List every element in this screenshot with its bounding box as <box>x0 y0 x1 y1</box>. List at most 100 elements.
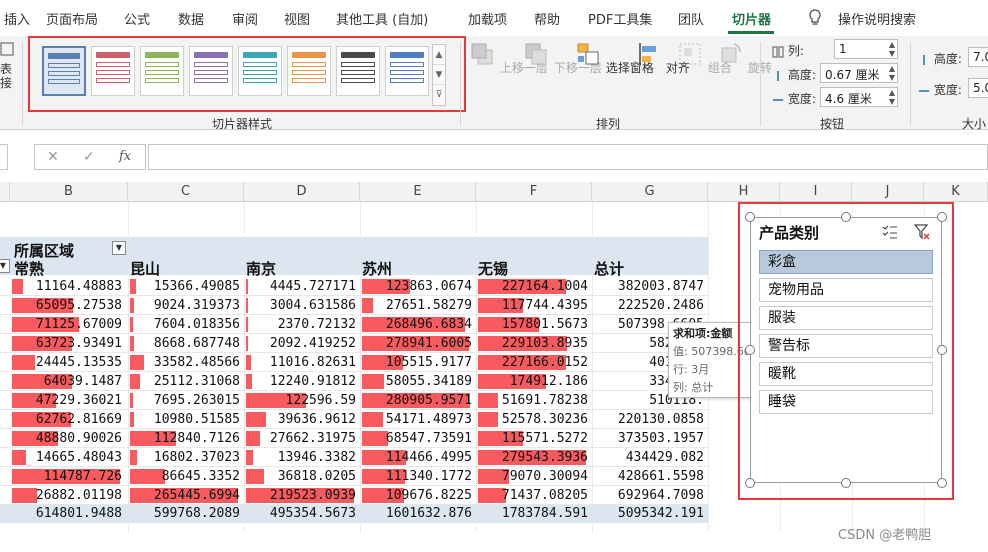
resize-handle[interactable] <box>937 478 947 488</box>
resize-handle[interactable] <box>745 212 755 222</box>
pivot-value-cell[interactable]: 13946.3382 <box>244 448 356 467</box>
slicer-style-tile[interactable] <box>189 46 233 96</box>
column-header[interactable]: B <box>10 182 128 202</box>
pivot-value-cell[interactable]: 14665.48043 <box>10 448 122 467</box>
slicer-style-tile[interactable] <box>336 46 380 96</box>
pivot-value-cell[interactable]: 112840.7126 <box>128 429 240 448</box>
pivot-value-cell[interactable]: 26882.01198 <box>10 486 122 505</box>
pivot-value-cell[interactable]: 115571.5272 <box>476 429 588 448</box>
rotate-button[interactable]: 旋转 <box>716 40 772 76</box>
pivot-value-cell[interactable]: 157801.5673 <box>476 315 588 334</box>
pivot-value-cell[interactable]: 265445.6994 <box>128 486 240 505</box>
pivot-value-cell[interactable]: 16802.37023 <box>128 448 240 467</box>
slicer-height-input[interactable]: 7.0 <box>968 47 988 67</box>
pivot-value-cell[interactable]: 62762.81669 <box>10 410 122 429</box>
pivot-value-cell[interactable]: 71125.67009 <box>10 315 122 334</box>
tab-addins[interactable]: 加载项 <box>468 9 507 28</box>
pivot-value-cell[interactable]: 12240.91812 <box>244 372 356 391</box>
tell-me-search[interactable]: 操作说明搜索 <box>838 9 916 28</box>
pivot-value-cell[interactable]: 58055.34189 <box>360 372 472 391</box>
pivot-value-cell[interactable]: 63723.93491 <box>10 334 122 353</box>
pivot-value-cell[interactable]: 105515.9177 <box>360 353 472 372</box>
slicer-item[interactable]: 警告标 <box>759 334 933 358</box>
slicer-item[interactable]: 暖靴 <box>759 362 933 386</box>
row-filter-dropdown-icon[interactable]: ▼ <box>0 259 10 273</box>
pivot-value-cell[interactable]: 79070.30094 <box>476 467 588 486</box>
filter-dropdown-icon[interactable]: ▼ <box>112 241 126 255</box>
column-header[interactable]: G <box>592 182 708 202</box>
pivot-value-cell[interactable]: 27651.58279 <box>360 296 472 315</box>
pivot-value-cell[interactable]: 68547.73591 <box>360 429 472 448</box>
pivot-value-cell[interactable]: 117744.4395 <box>476 296 588 315</box>
column-header[interactable]: I <box>780 182 852 202</box>
slicer-width-input[interactable]: 5.0 <box>968 78 988 98</box>
pivot-value-cell[interactable]: 11016.82631 <box>244 353 356 372</box>
multi-select-icon[interactable] <box>881 223 899 241</box>
resize-handle[interactable] <box>937 345 947 355</box>
tab-view[interactable]: 视图 <box>284 9 310 28</box>
pivot-total-cell[interactable]: 599768.2089 <box>128 504 240 523</box>
pivot-value-cell[interactable]: 2370.72132 <box>244 315 356 334</box>
pivot-value-cell[interactable]: 123863.0674 <box>360 277 472 296</box>
pivot-value-cell[interactable]: 434429.082 <box>592 448 704 467</box>
formula-input[interactable] <box>148 144 988 170</box>
pivot-value-cell[interactable]: 114466.4995 <box>360 448 472 467</box>
pivot-value-cell[interactable]: 7695.263015 <box>128 391 240 410</box>
pivot-value-cell[interactable]: 9024.319373 <box>128 296 240 315</box>
pivot-value-cell[interactable]: 111340.1772 <box>360 467 472 486</box>
pivot-value-cell[interactable]: 8668.687748 <box>128 334 240 353</box>
pivot-value-cell[interactable]: 24445.13535 <box>10 353 122 372</box>
pivot-total-cell[interactable]: 5095342.191 <box>592 504 704 523</box>
pivot-value-cell[interactable]: 64039.1487 <box>10 372 122 391</box>
pivot-value-cell[interactable]: 51691.78238 <box>476 391 588 410</box>
pivot-value-cell[interactable]: 122596.59 <box>244 391 356 410</box>
tab-other-tools[interactable]: 其他工具 (自加) <box>336 9 428 28</box>
pivot-value-cell[interactable]: 11164.48883 <box>10 277 122 296</box>
button-height-input[interactable]: 0.67 厘米 ▲ ▼ <box>820 63 898 83</box>
tab-insert[interactable]: 插入 <box>4 9 30 28</box>
column-header[interactable]: E <box>360 182 476 202</box>
pivot-value-cell[interactable]: 114787.726 <box>10 467 122 486</box>
pivot-value-cell[interactable]: 278941.6005 <box>360 334 472 353</box>
tab-slicer[interactable]: 切片器 <box>732 9 771 28</box>
spinner-icon[interactable]: ▲ ▼ <box>889 64 895 82</box>
pivot-value-cell[interactable]: 71437.08205 <box>476 486 588 505</box>
column-header[interactable]: F <box>476 182 592 202</box>
slicer-item[interactable]: 彩盒 <box>759 250 933 274</box>
pivot-value-cell[interactable]: 174912.186 <box>476 372 588 391</box>
pivot-value-cell[interactable]: 10980.51585 <box>128 410 240 429</box>
name-box[interactable] <box>0 144 8 170</box>
spinner-icon[interactable]: ▲ ▼ <box>889 88 895 106</box>
resize-handle[interactable] <box>937 212 947 222</box>
pivot-value-cell[interactable]: 227166.0152 <box>476 353 588 372</box>
pivot-value-cell[interactable]: 227164.1004 <box>476 277 588 296</box>
pivot-value-cell[interactable]: 39636.9612 <box>244 410 356 429</box>
resize-handle[interactable] <box>841 478 851 488</box>
pivot-value-cell[interactable]: 219523.0939 <box>244 486 356 505</box>
column-header[interactable]: J <box>852 182 924 202</box>
pivot-value-cell[interactable]: 36818.0205 <box>244 467 356 486</box>
pivot-total-cell[interactable]: 495354.5673 <box>244 504 356 523</box>
tab-team[interactable]: 团队 <box>678 9 704 28</box>
pivot-value-cell[interactable]: 222520.2486 <box>592 296 704 315</box>
column-header[interactable]: H <box>708 182 780 202</box>
pivot-value-cell[interactable]: 48880.90026 <box>10 429 122 448</box>
pivot-value-cell[interactable]: 3004.631586 <box>244 296 356 315</box>
column-header[interactable]: C <box>128 182 244 202</box>
pivot-value-cell[interactable]: 65095.27538 <box>10 296 122 315</box>
pivot-value-cell[interactable]: 33582.48566 <box>128 353 240 372</box>
columns-input[interactable]: 1 ▲ ▼ <box>834 39 898 59</box>
gallery-more-icon[interactable]: ⊽ <box>433 85 445 105</box>
slicer-style-tile[interactable] <box>42 46 86 96</box>
slicer-item[interactable]: 宠物用品 <box>759 278 933 302</box>
resize-handle[interactable] <box>841 212 851 222</box>
slicer-style-tile[interactable] <box>238 46 282 96</box>
pivot-value-cell[interactable]: 7604.018356 <box>128 315 240 334</box>
tab-formulas[interactable]: 公式 <box>124 9 150 28</box>
enter-icon[interactable]: ✓ <box>83 149 95 165</box>
gallery-down-icon[interactable]: ▼ <box>433 65 445 85</box>
insert-function-icon[interactable]: fx <box>119 149 131 164</box>
pivot-value-cell[interactable]: 428661.5598 <box>592 467 704 486</box>
slicer-style-tile[interactable] <box>140 46 184 96</box>
pivot-value-cell[interactable]: 47229.36021 <box>10 391 122 410</box>
